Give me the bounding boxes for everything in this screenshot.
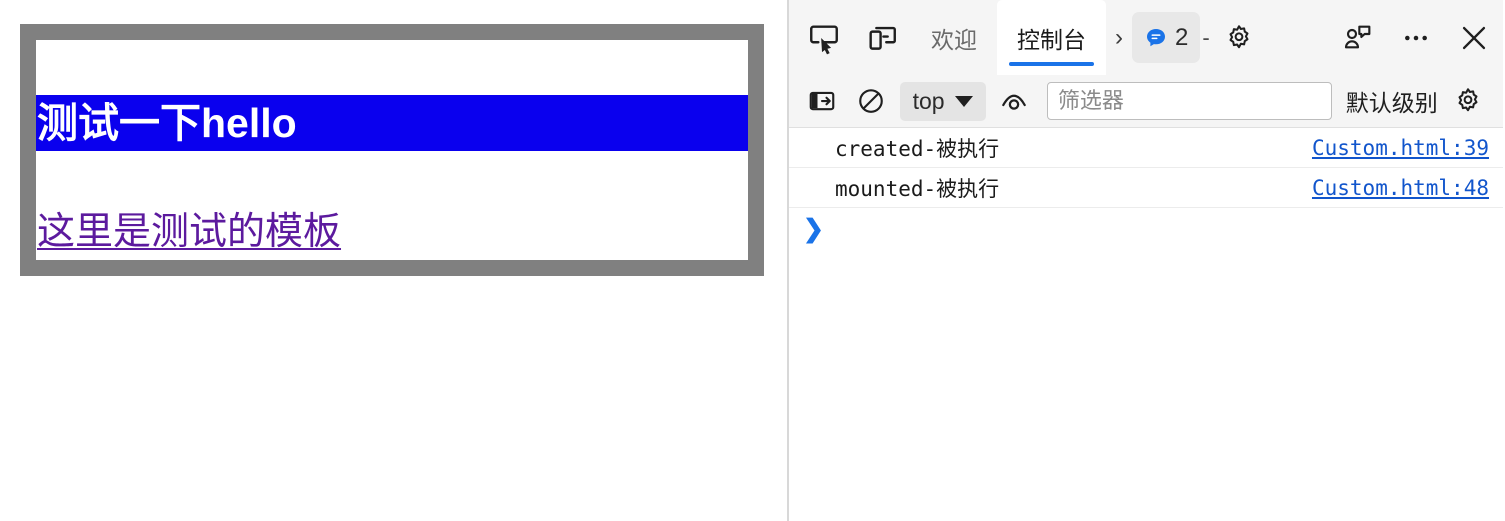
- console-filter-input[interactable]: [1046, 82, 1332, 120]
- console-sidebar-toggle[interactable]: [797, 75, 846, 127]
- devtools-panel: 欢迎 控制台 › 2 - top 筛选器 默认级别 created-被执行 Cu…: [789, 0, 1503, 521]
- page-content-inner: 测试一下hello 这里是测试的模板: [36, 40, 748, 260]
- console-log-entry[interactable]: created-被执行 Custom.html:39: [789, 128, 1503, 168]
- console-log-message: mounted-被执行: [835, 176, 1000, 201]
- browser-window: 测试一下hello 这里是测试的模板 欢迎 控制台 › 2 - top 筛选器 …: [0, 0, 1505, 521]
- javascript-context-select[interactable]: top: [899, 81, 986, 121]
- web-page-viewport: 测试一下hello 这里是测试的模板: [0, 0, 789, 521]
- gear-icon: [1224, 23, 1254, 53]
- console-output[interactable]: created-被执行 Custom.html:39 mounted-被执行 C…: [789, 128, 1503, 521]
- inspect-element-icon: [807, 21, 841, 55]
- more-options-icon: [1400, 22, 1432, 54]
- device-toolbar-icon: [865, 21, 899, 55]
- console-settings-icon: [1453, 86, 1483, 116]
- feedback-button[interactable]: [1329, 0, 1387, 75]
- inspect-element-button[interactable]: [795, 0, 853, 75]
- live-expression-button[interactable]: [990, 75, 1039, 127]
- close-devtools-button[interactable]: [1445, 0, 1503, 75]
- prompt-chevron-icon: ❯: [803, 214, 824, 243]
- live-expression-icon: [998, 85, 1030, 117]
- context-label: top: [912, 87, 945, 114]
- more-tabs-chevron-icon[interactable]: ›: [1106, 0, 1132, 75]
- devtools-settings-button[interactable]: [1210, 0, 1268, 75]
- tabstrip-spacer: [1268, 0, 1329, 75]
- clear-console-button[interactable]: [846, 75, 895, 127]
- close-icon: [1457, 21, 1491, 55]
- console-filter-bar: top 默认级别: [789, 75, 1503, 128]
- log-levels-dropdown[interactable]: 默认级别: [1340, 84, 1444, 118]
- page-content-box: 测试一下hello 这里是测试的模板: [20, 24, 764, 276]
- message-bubble-icon: [1144, 26, 1168, 50]
- more-options-button[interactable]: [1387, 0, 1445, 75]
- clear-console-icon: [856, 86, 886, 116]
- feedback-icon: [1342, 22, 1374, 54]
- console-log-message: created-被执行: [835, 136, 1000, 161]
- console-log-source-link[interactable]: Custom.html:39: [1312, 136, 1489, 160]
- chevron-down-icon: [954, 95, 973, 107]
- console-log-source-link[interactable]: Custom.html:48: [1312, 176, 1489, 200]
- devtools-tabstrip: 欢迎 控制台 › 2 -: [789, 0, 1503, 75]
- badge-separator: -: [1202, 24, 1210, 50]
- page-template-link[interactable]: 这里是测试的模板: [37, 200, 341, 255]
- console-log-entry[interactable]: mounted-被执行 Custom.html:48: [789, 168, 1503, 208]
- tab-console[interactable]: 控制台: [997, 0, 1106, 75]
- page-heading: 测试一下hello: [37, 99, 297, 146]
- tab-welcome[interactable]: 欢迎: [911, 0, 997, 75]
- device-toolbar-button[interactable]: [853, 0, 911, 75]
- console-message-badge[interactable]: 2: [1132, 12, 1201, 63]
- console-prompt-row[interactable]: ❯: [789, 208, 1503, 250]
- console-settings-button[interactable]: [1444, 75, 1493, 127]
- tab-console-label: 控制台: [1017, 26, 1086, 53]
- selected-heading-row: 测试一下hello: [36, 95, 748, 151]
- console-sidebar-icon: [807, 86, 837, 116]
- message-count: 2: [1175, 23, 1189, 51]
- tab-welcome-label: 欢迎: [931, 26, 977, 53]
